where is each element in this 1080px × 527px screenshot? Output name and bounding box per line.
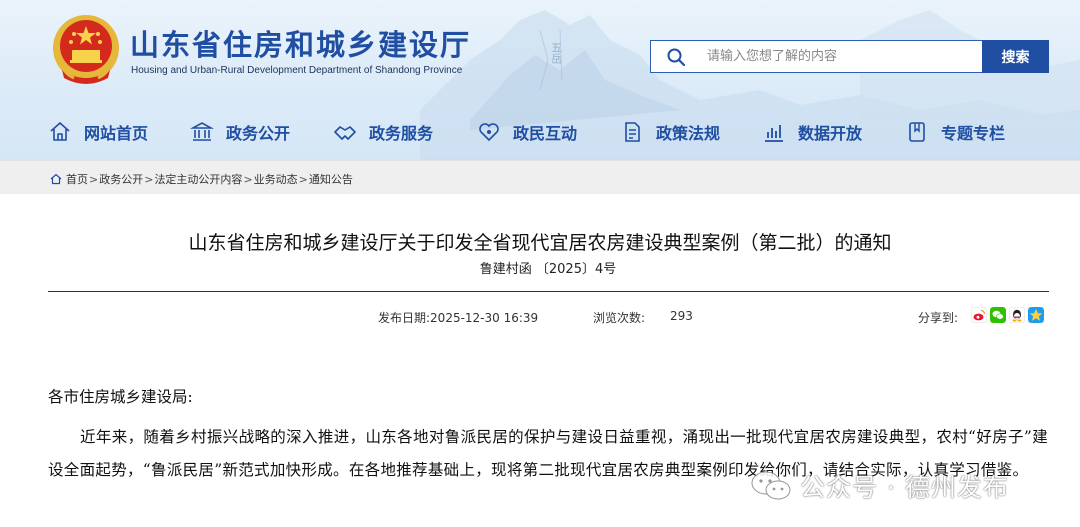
salutation: 各市住房城乡建设局:: [48, 388, 193, 406]
search-box: 搜索: [650, 40, 1049, 73]
breadcrumb-home-icon: [50, 173, 62, 185]
document-icon: [625, 122, 640, 142]
document-number: 鲁建村函 〔2025〕4号: [479, 262, 617, 277]
wechat-official-account-icon: [751, 471, 791, 500]
nav-item-home[interactable]: 网站首页: [48, 118, 148, 146]
breadcrumb-separator: >: [298, 172, 308, 186]
qzone-icon[interactable]: [1028, 307, 1044, 323]
breadcrumb-gov-affairs[interactable]: 政务公开: [99, 171, 143, 187]
breadcrumb-separator: >: [243, 172, 253, 186]
interaction-icon: [479, 123, 499, 142]
search-icon[interactable]: [666, 47, 686, 67]
breadcrumb-notices[interactable]: 通知公告: [309, 171, 353, 187]
nav-item-gov-services[interactable]: 政务服务: [333, 118, 433, 146]
breadcrumb-separator: >: [144, 172, 154, 186]
svg-text:五岳: 五岳: [550, 42, 563, 64]
site-title: 山东省住房和城乡建设厅: [130, 28, 472, 62]
national-emblem-icon: [53, 15, 119, 84]
watermark-text: 公众号 · 德州发布: [800, 473, 1009, 502]
home-icon: [50, 122, 70, 141]
bookmark-icon: [909, 122, 925, 142]
handshake-icon: [334, 126, 356, 140]
site-header: 五岳 山东省住房和城乡建设厅 Housing and Urban-Rural D…: [0, 0, 1080, 160]
title-divider: [48, 291, 1049, 292]
nav-item-policy[interactable]: 政策法规: [620, 118, 720, 146]
views-count: 293: [670, 309, 693, 323]
nav-item-topics[interactable]: 专题专栏: [905, 118, 1005, 146]
nav-label: 政策法规: [656, 124, 721, 143]
nav-label: 政务公开: [226, 124, 291, 143]
government-building-icon: [190, 122, 214, 141]
qq-icon[interactable]: [1009, 307, 1025, 323]
breadcrumb-home[interactable]: 首页: [66, 171, 88, 187]
main-nav: 网站首页 政务公开 政务服务 政民互动 政策法规 数据开放 专题专栏: [0, 112, 1080, 152]
nav-label: 政民互动: [513, 124, 578, 143]
site-subtitle: Housing and Urban-Rural Development Depa…: [131, 65, 463, 76]
page: 五岳 山东省住房和城乡建设厅 Housing and Urban-Rural D…: [0, 0, 1080, 527]
search-input[interactable]: [707, 41, 977, 72]
nav-label: 数据开放: [798, 124, 863, 143]
watermark: 公众号 · 德州发布: [750, 468, 1009, 504]
nav-item-data[interactable]: 数据开放: [762, 118, 862, 146]
share-label: 分享到:: [918, 311, 959, 325]
publish-date: 发布日期:2025-12-30 16:39: [378, 311, 539, 325]
nav-item-interaction[interactable]: 政民互动: [477, 118, 577, 146]
nav-label: 网站首页: [84, 124, 149, 143]
nav-label: 政务服务: [369, 124, 434, 143]
nav-label: 专题专栏: [941, 124, 1006, 143]
breadcrumb: 首页 > 政务公开 > 法定主动公开内容 > 业务动态 > 通知公告: [50, 171, 353, 187]
breadcrumb-legal-disclosure[interactable]: 法定主动公开内容: [154, 171, 242, 187]
search-button[interactable]: 搜索: [982, 40, 1049, 73]
breadcrumb-business-news[interactable]: 业务动态: [254, 171, 298, 187]
views-label: 浏览次数:: [593, 311, 646, 325]
bar-chart-icon: [765, 125, 783, 142]
weibo-icon[interactable]: [971, 307, 987, 323]
wechat-icon[interactable]: [990, 307, 1006, 323]
article-title: 山东省住房和城乡建设厅关于印发全省现代宜居农房建设典型案例（第二批）的通知: [188, 232, 892, 254]
nav-item-gov-affairs[interactable]: 政务公开: [190, 118, 290, 146]
breadcrumb-separator: >: [89, 172, 99, 186]
breadcrumb-bar: 首页 > 政务公开 > 法定主动公开内容 > 业务动态 > 通知公告: [0, 160, 1080, 194]
